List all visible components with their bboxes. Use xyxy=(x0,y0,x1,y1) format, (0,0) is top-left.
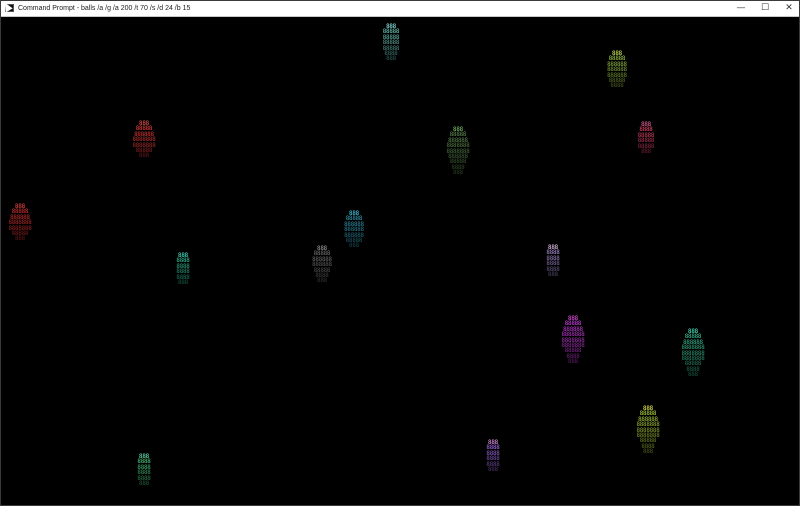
ball-row: 888 xyxy=(643,449,653,456)
ascii-ball: 888 8888 88888 88888 88888 888 xyxy=(636,122,657,156)
ascii-ball: 888 88888 888888 888888 888888 88888 888 xyxy=(341,211,366,250)
ascii-ball: 8888888888888888888888888888888888888888… xyxy=(678,329,707,379)
ascii-ball: 888 8888 8888 8888 8888 888 xyxy=(175,253,192,287)
minimize-button[interactable]: — xyxy=(729,1,753,16)
ascii-ball: 888 88888 888888 8888888 8888888 88888 888 xyxy=(5,204,34,243)
ball-row: 888 xyxy=(488,467,498,474)
ascii-ball: 888 88888 888888 888888 88888 8888 888 xyxy=(309,246,334,285)
console-output[interactable]: 888 88888 88888 88888 88888 8888 888 888 88888 88… xyxy=(1,17,799,505)
ascii-ball: 888 88888 88888 88888 88888 8888 888 xyxy=(381,24,402,63)
ball-row: 888 xyxy=(548,272,558,279)
ascii-ball: 8888888888888888888888888888888888888888… xyxy=(558,316,587,366)
ascii-ball: 888 8888 8888 8888 8888 888 xyxy=(485,440,502,474)
ascii-ball: 888 8888 8888 8888 8888 888 xyxy=(545,245,562,279)
window-title: Command Prompt - balls /a /g /a 200 /t 7… xyxy=(18,5,191,12)
ascii-ball: 8888888888888888888888888888888888888888… xyxy=(633,406,662,456)
ball-row: 888 xyxy=(317,278,327,285)
maximize-button[interactable]: ☐ xyxy=(753,1,777,16)
ball-row: 888 xyxy=(641,149,651,156)
title-bar[interactable]: Command Prompt - balls /a /g /a 200 /t 7… xyxy=(1,1,799,17)
ascii-ball: 8888888888888888888888888888888888888888… xyxy=(443,127,472,177)
ball-row: 888 xyxy=(139,153,149,160)
ball-row: 8888 xyxy=(610,83,624,90)
ascii-ball: 888 88888 888888 888888 888888 88888 8888 xyxy=(604,51,629,90)
ball-row: 888 xyxy=(453,170,463,177)
ball-row: 888 xyxy=(178,280,188,287)
close-button[interactable]: ✕ xyxy=(777,1,800,16)
ascii-ball: 888 8888 8888 8888 8888 888 xyxy=(136,454,153,488)
ball-row: 888 xyxy=(139,481,149,488)
ball-row: 888 xyxy=(568,359,578,366)
ball-row: 888 xyxy=(386,56,396,63)
ball-row: 888 xyxy=(349,243,359,250)
ascii-ball: 888 88888 888888 8888888 8888888 88888 888 xyxy=(129,121,158,160)
console-window: Command Prompt - balls /a /g /a 200 /t 7… xyxy=(0,0,800,506)
ball-row: 888 xyxy=(688,372,698,379)
ball-row: 888 xyxy=(15,236,25,243)
